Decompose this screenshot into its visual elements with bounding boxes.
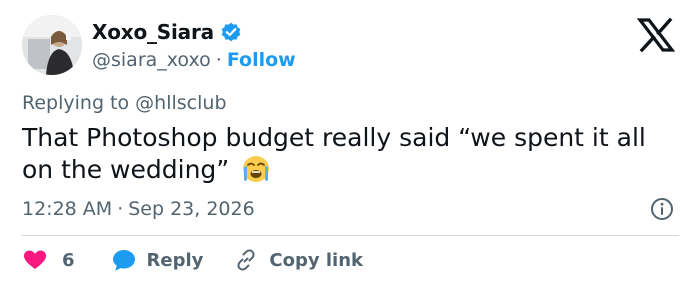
like-button[interactable]: 6 [22,247,75,273]
tweet-text-block: That Photoshop budget really said “we sp… [22,122,682,186]
replying-handle-link[interactable]: @hllsclub [135,92,226,114]
x-logo-icon[interactable] [636,17,676,53]
divider [22,235,679,236]
reply-label: Reply [146,249,204,271]
handle-separator: · [215,49,222,71]
verified-badge-icon [220,21,242,43]
avatar-photo [22,15,82,75]
tweet-timestamp[interactable]: 12:28 AM · Sep 23, 2026 [22,194,255,224]
author-handle[interactable]: @siara_xoxo [92,49,211,71]
tweet-time: 12:28 AM [22,198,113,220]
reply-bubble-icon [111,247,137,273]
info-icon[interactable] [650,197,674,221]
copy-link-label: Copy link [269,249,363,271]
like-count: 6 [62,249,75,271]
action-bar: 6 Reply Copy link [22,244,363,276]
heart-icon [22,247,48,273]
copy-link-button[interactable]: Copy link [233,247,363,273]
display-name[interactable]: Xoxo_Siara [92,20,214,44]
avatar[interactable] [22,15,82,75]
link-icon [233,247,259,273]
tweet-date: Sep 23, 2026 [128,198,255,220]
tweet-text: That Photoshop budget really said “we sp… [22,123,646,184]
loudly-crying-face-icon [241,154,271,184]
replying-to-line: Replying to @hllsclub [22,92,227,114]
reply-button[interactable]: Reply [111,247,204,273]
author-handle-row: @siara_xoxo · Follow [92,46,296,74]
replying-prefix: Replying to [22,92,130,114]
author-name-row: Xoxo_Siara [92,18,242,46]
follow-button[interactable]: Follow [227,49,296,71]
timestamp-separator: · [117,198,124,220]
tweet-card: Xoxo_Siara @siara_xoxo · Follow Replying… [0,0,700,287]
